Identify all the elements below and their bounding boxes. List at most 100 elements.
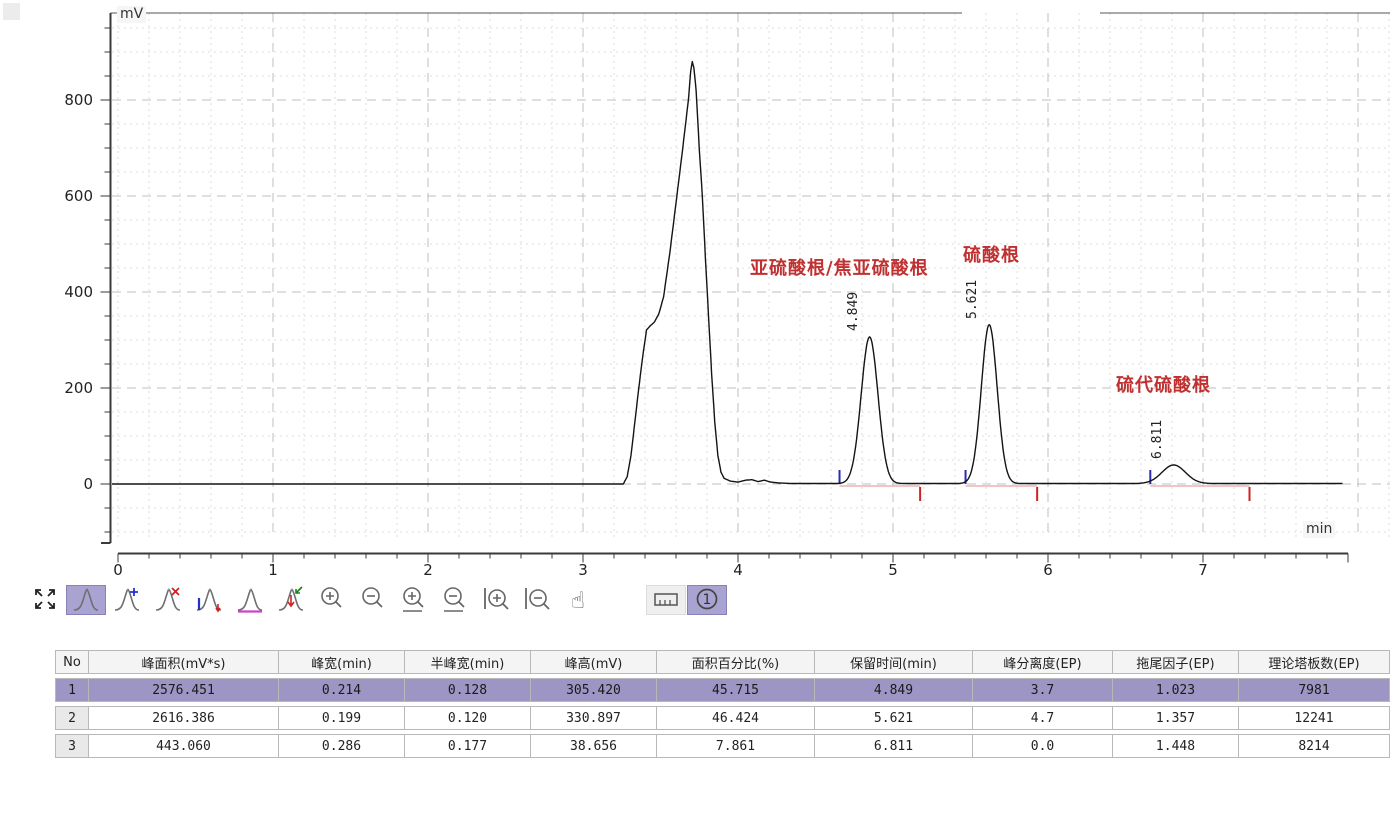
svg-text:2: 2 xyxy=(423,561,433,579)
column-header[interactable]: 峰面积(mV*s) xyxy=(89,650,279,674)
peak-start-end-button[interactable] xyxy=(189,585,229,615)
table-cell[interactable]: 2616.386 xyxy=(89,706,279,730)
table-cell[interactable]: 8214 xyxy=(1239,734,1390,758)
table-cell[interactable]: 1.357 xyxy=(1113,706,1239,730)
table-cell[interactable]: 7.861 xyxy=(657,734,815,758)
svg-text:1: 1 xyxy=(268,561,278,579)
peak-delete-button[interactable] xyxy=(148,585,188,615)
column-header[interactable]: 保留时间(min) xyxy=(815,650,973,674)
zoom-out-button[interactable] xyxy=(353,585,393,615)
table-cell[interactable]: 1.023 xyxy=(1113,678,1239,702)
peak-add-button[interactable] xyxy=(107,585,147,615)
x-axis-unit-label: min xyxy=(1303,521,1335,538)
zoom-out-vertical-button[interactable] xyxy=(517,585,557,615)
peak-select-icon xyxy=(72,585,100,615)
table-cell[interactable]: 443.060 xyxy=(89,734,279,758)
table-cell[interactable]: 4.849 xyxy=(815,678,973,702)
table-cell[interactable]: 0.199 xyxy=(279,706,405,730)
peak-annotation-label: 硫代硫酸根 xyxy=(1116,371,1211,397)
peak-select-button[interactable] xyxy=(66,585,106,615)
table-cell[interactable]: 0.177 xyxy=(405,734,531,758)
row-number-cell[interactable]: 1 xyxy=(55,678,89,702)
column-header[interactable]: 面积百分比(%) xyxy=(657,650,815,674)
chromatogram-panel[interactable]: 800600400200001234567 mV min 亚硫酸根/焦亚硫酸根4… xyxy=(0,0,1396,583)
table-cell[interactable]: 0.120 xyxy=(405,706,531,730)
auto-scale-icon xyxy=(31,585,59,615)
zoom-in-vertical-icon xyxy=(482,585,510,615)
measure-ruler-button[interactable] xyxy=(646,585,686,615)
table-cell[interactable]: 12241 xyxy=(1239,706,1390,730)
table-cell[interactable]: 0.286 xyxy=(279,734,405,758)
pan-hand-button[interactable]: ☝ xyxy=(558,585,598,615)
retention-time-label: 6.811 xyxy=(1150,420,1166,459)
table-header-row: No峰面积(mV*s)峰宽(min)半峰宽(min)峰高(mV)面积百分比(%)… xyxy=(55,650,1390,674)
table-cell[interactable]: 305.420 xyxy=(531,678,657,702)
overlay-number-1-button[interactable]: 1 xyxy=(687,585,727,615)
zoom-in-horizontal-icon xyxy=(400,585,428,615)
toolbar-spacer xyxy=(599,585,645,615)
column-header[interactable]: 理论塔板数(EP) xyxy=(1239,650,1390,674)
table-cell[interactable]: 0.0 xyxy=(973,734,1113,758)
table-cell[interactable]: 45.715 xyxy=(657,678,815,702)
overlay-number-1-icon: 1 xyxy=(693,585,721,615)
column-header[interactable]: 半峰宽(min) xyxy=(405,650,531,674)
zoom-in-horizontal-button[interactable] xyxy=(394,585,434,615)
svg-text:400: 400 xyxy=(64,283,93,301)
svg-text:0: 0 xyxy=(83,475,93,493)
retention-time-label: 5.621 xyxy=(965,280,981,319)
table-cell[interactable]: 7981 xyxy=(1239,678,1390,702)
table-cell[interactable]: 4.7 xyxy=(973,706,1113,730)
zoom-out-vertical-icon xyxy=(523,585,551,615)
zoom-out-icon xyxy=(359,585,387,615)
pan-hand-icon: ☝ xyxy=(564,585,592,615)
peak-annotation-label: 亚硫酸根/焦亚硫酸根 xyxy=(750,254,929,280)
zoom-in-vertical-button[interactable] xyxy=(476,585,516,615)
row-number-cell[interactable]: 2 xyxy=(55,706,89,730)
column-header[interactable]: 峰宽(min) xyxy=(279,650,405,674)
svg-text:600: 600 xyxy=(64,187,93,205)
column-header[interactable]: 峰高(mV) xyxy=(531,650,657,674)
column-header[interactable]: No xyxy=(55,650,89,674)
table-cell[interactable]: 46.424 xyxy=(657,706,815,730)
table-cell[interactable]: 330.897 xyxy=(531,706,657,730)
retention-time-label: 4.849 xyxy=(846,292,862,331)
chromatogram-plot[interactable]: 800600400200001234567 xyxy=(0,0,1396,583)
svg-text:7: 7 xyxy=(1198,561,1208,579)
zoom-in-icon xyxy=(318,585,346,615)
table-cell[interactable]: 5.621 xyxy=(815,706,973,730)
peak-baseline-button[interactable] xyxy=(230,585,270,615)
table-row[interactable]: 22616.3860.1990.120330.89746.4245.6214.7… xyxy=(55,706,1390,730)
table-cell[interactable]: 2576.451 xyxy=(89,678,279,702)
peak-add-icon xyxy=(113,585,141,615)
svg-text:200: 200 xyxy=(64,379,93,397)
svg-text:1: 1 xyxy=(703,592,712,608)
svg-text:5: 5 xyxy=(888,561,898,579)
table-cell[interactable]: 0.214 xyxy=(279,678,405,702)
svg-text:☝: ☝ xyxy=(571,588,585,614)
peak-results-table[interactable]: No峰面积(mV*s)峰宽(min)半峰宽(min)峰高(mV)面积百分比(%)… xyxy=(55,646,1390,762)
table-cell[interactable]: 3.7 xyxy=(973,678,1113,702)
table-cell[interactable]: 38.656 xyxy=(531,734,657,758)
peak-split-button[interactable] xyxy=(271,585,311,615)
table-cell[interactable]: 1.448 xyxy=(1113,734,1239,758)
row-number-cell[interactable]: 3 xyxy=(55,734,89,758)
table-cell[interactable]: 0.128 xyxy=(405,678,531,702)
svg-text:0: 0 xyxy=(113,561,123,579)
peak-baseline-icon xyxy=(236,585,264,615)
y-axis-unit-label: mV xyxy=(117,6,146,23)
table-row[interactable]: 12576.4510.2140.128305.42045.7154.8493.7… xyxy=(55,678,1390,702)
table-row[interactable]: 3443.0600.2860.17738.6567.8616.8110.01.4… xyxy=(55,734,1390,758)
peak-delete-icon xyxy=(154,585,182,615)
zoom-out-horizontal-icon xyxy=(441,585,469,615)
measure-ruler-icon xyxy=(652,585,680,615)
peak-split-icon xyxy=(277,585,305,615)
column-header[interactable]: 拖尾因子(EP) xyxy=(1113,650,1239,674)
table-cell[interactable]: 6.811 xyxy=(815,734,973,758)
auto-scale-button[interactable] xyxy=(25,585,65,615)
zoom-in-button[interactable] xyxy=(312,585,352,615)
zoom-out-horizontal-button[interactable] xyxy=(435,585,475,615)
peak-results-area: No峰面积(mV*s)峰宽(min)半峰宽(min)峰高(mV)面积百分比(%)… xyxy=(55,646,1390,762)
svg-text:4: 4 xyxy=(733,561,743,579)
chart-toolbar: ☝1 xyxy=(25,584,727,616)
column-header[interactable]: 峰分离度(EP) xyxy=(973,650,1113,674)
